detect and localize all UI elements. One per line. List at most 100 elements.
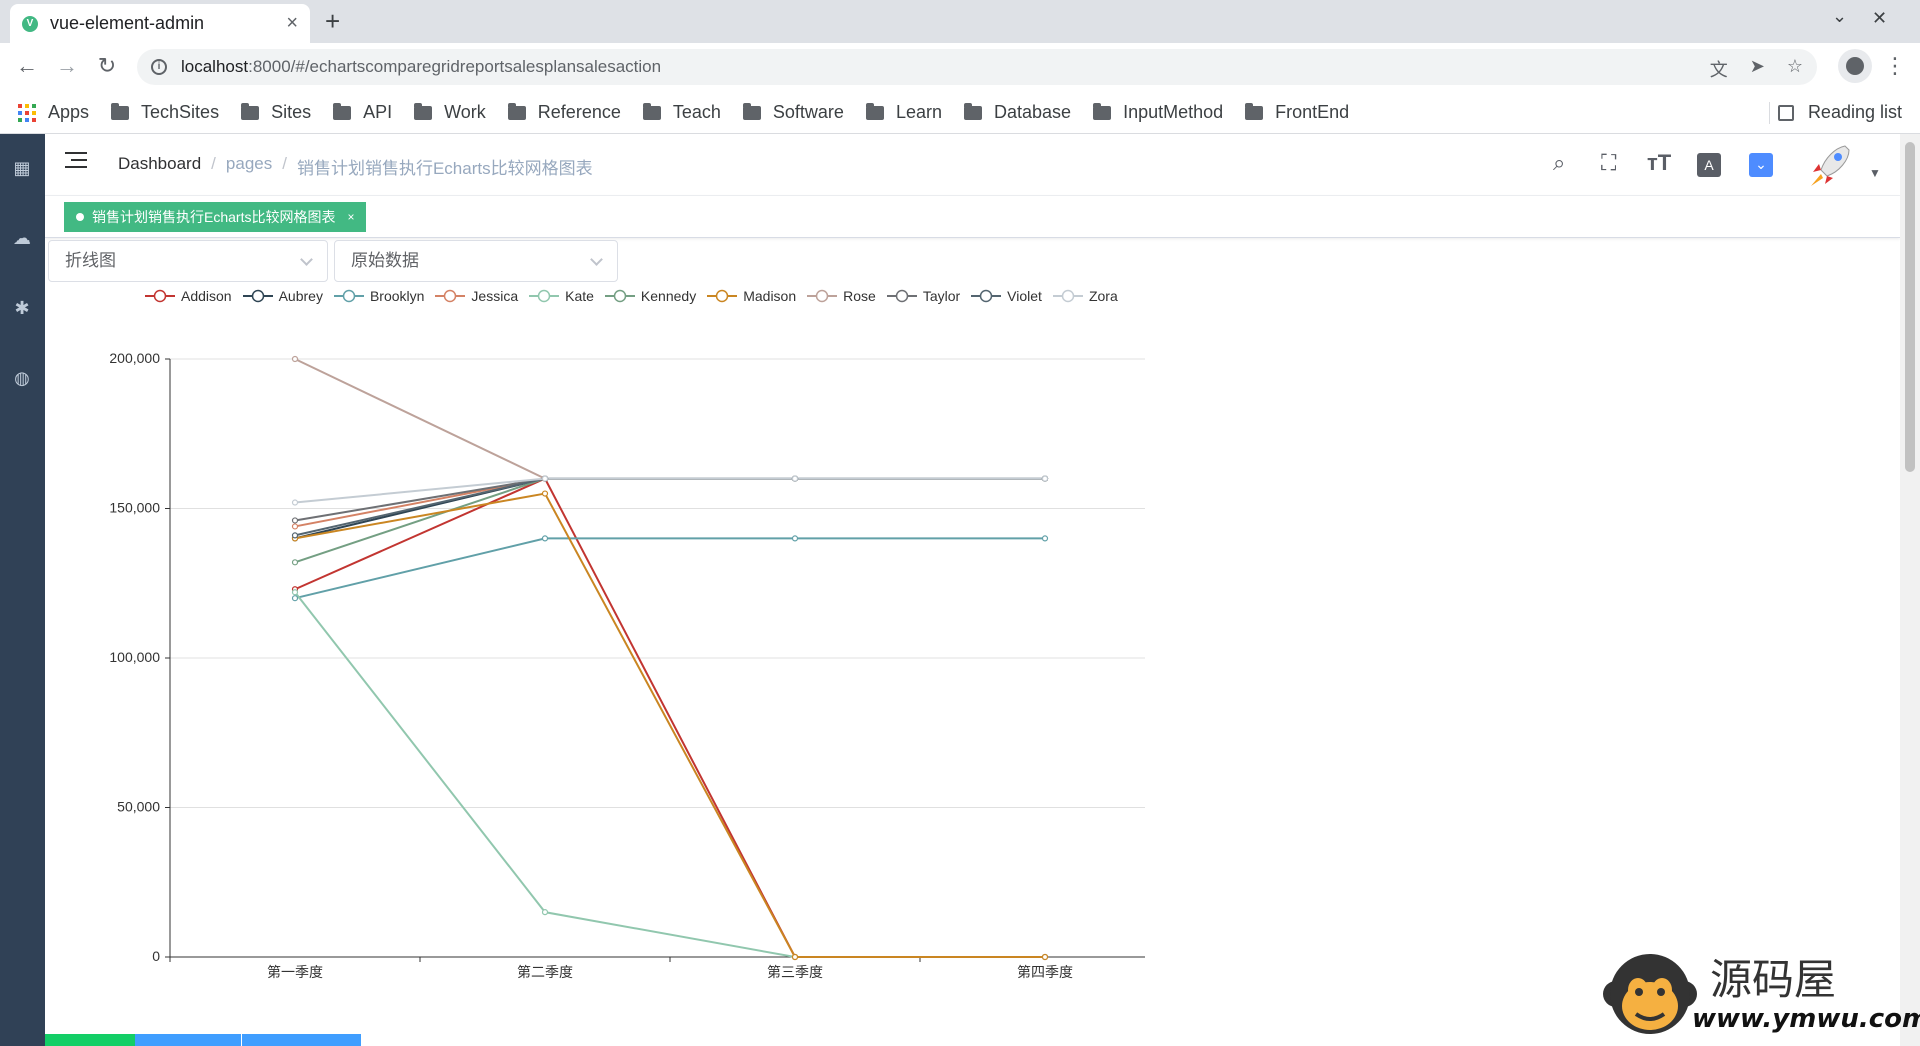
monkey-logo-icon xyxy=(1603,954,1697,1034)
rocket-avatar-icon[interactable] xyxy=(1805,140,1855,190)
data-point-jessica xyxy=(291,523,299,530)
tags-view: 销售计划销售执行Echarts比较网格图表 × xyxy=(45,196,1900,238)
data-point-violet xyxy=(291,532,299,539)
scrollbar-thumb[interactable] xyxy=(1905,142,1915,472)
x-tick-label: 第一季度 xyxy=(267,964,323,981)
bookmark-folder[interactable]: Software xyxy=(742,102,844,123)
bottom-button-row xyxy=(45,1034,361,1046)
profile-avatar-icon[interactable] xyxy=(1838,49,1872,83)
bookmark-folder[interactable]: InputMethod xyxy=(1093,102,1223,123)
fullscreen-icon[interactable]: ⛶ xyxy=(1601,150,1616,176)
data-point-zora xyxy=(791,475,799,482)
data-point-brooklyn xyxy=(291,595,299,602)
bookmark-folder[interactable]: Work xyxy=(414,102,486,123)
reading-list-icon xyxy=(1777,104,1794,121)
more-menu-icon[interactable]: ⋮ xyxy=(1884,53,1906,79)
data-point-brooklyn xyxy=(541,535,549,542)
folder-icon xyxy=(333,102,352,120)
bookmark-folder[interactable]: API xyxy=(333,102,392,123)
reading-list-button[interactable]: Reading list xyxy=(1777,102,1902,123)
translate-icon[interactable]: A xyxy=(1697,153,1721,177)
folder-icon xyxy=(507,102,526,120)
breadcrumb-current: 销售计划销售执行Echarts比较网格图表 xyxy=(296,159,593,178)
y-tick-label: 100,000 xyxy=(109,649,160,665)
folder-icon xyxy=(642,102,661,120)
chart-type-select[interactable]: 折线图 xyxy=(48,240,328,282)
series-line-madison xyxy=(294,492,1045,958)
globe-icon[interactable]: ◍ xyxy=(12,368,32,388)
folder-icon xyxy=(414,102,433,120)
data-point-zora xyxy=(291,499,299,506)
address-bar[interactable]: i localhost:8000/#/echartscomparegridrep… xyxy=(137,49,1817,85)
data-point-kate xyxy=(291,589,299,596)
data-mode-select[interactable]: 原始数据 xyxy=(334,240,618,282)
browser-toolbar: ← → ↻ i localhost:8000/#/echartscompareg… xyxy=(0,43,1920,92)
apps-grid-icon xyxy=(18,103,36,122)
url-text: localhost:8000/#/echartscomparegridrepor… xyxy=(181,57,662,76)
bookmark-folder[interactable]: Teach xyxy=(642,102,721,123)
bug-icon[interactable]: ✱ xyxy=(12,298,32,318)
y-tick-label: 0 xyxy=(152,948,160,964)
series-line-addison xyxy=(294,477,1045,958)
x-tick-label: 第四季度 xyxy=(1017,964,1073,981)
chevron-down-icon xyxy=(300,253,313,266)
404-cloud-icon[interactable]: ☁ xyxy=(12,228,32,248)
dashboard-grid-icon[interactable]: ▦ xyxy=(12,158,32,178)
bookmarks-bar: Apps TechSites Sites API Work Reference … xyxy=(0,92,1920,134)
bookmark-folder[interactable]: TechSites xyxy=(111,102,219,123)
sidebar: ▦ ☁ ✱ ◍ xyxy=(0,134,45,1046)
tag-current-page[interactable]: 销售计划销售执行Echarts比较网格图表 × xyxy=(64,202,367,232)
bookmarks-divider xyxy=(1769,102,1770,124)
data-point-zora xyxy=(1041,475,1049,482)
caret-down-icon[interactable]: ▼ xyxy=(1869,166,1881,180)
bookmark-folder[interactable]: Learn xyxy=(865,102,942,123)
forward-icon[interactable]: → xyxy=(52,53,82,79)
bookmark-folder[interactable]: Database xyxy=(964,102,1071,123)
text-size-icon[interactable]: тT xyxy=(1647,150,1671,176)
back-icon[interactable]: ← xyxy=(12,53,42,79)
star-icon[interactable]: ☆ xyxy=(1787,56,1803,82)
series-line-taylor xyxy=(294,477,1045,522)
bookmark-apps[interactable]: Apps xyxy=(18,102,89,123)
series-line-violet xyxy=(294,477,1045,537)
bottom-button-blue[interactable] xyxy=(135,1034,241,1046)
folder-icon xyxy=(964,102,982,120)
new-tab-icon[interactable]: + xyxy=(325,6,340,37)
series-line-rose xyxy=(294,358,1045,480)
folder-icon xyxy=(241,102,260,120)
vue-favicon-icon: V xyxy=(22,15,38,32)
send-icon[interactable]: ➤ xyxy=(1750,56,1765,82)
bookmark-folder[interactable]: FrontEnd xyxy=(1245,102,1349,123)
bookmark-folder[interactable]: Sites xyxy=(241,102,311,123)
bookmark-folder[interactable]: Reference xyxy=(507,102,621,123)
browser-tabstrip: V vue-element-admin × + ✕ ⌄ xyxy=(0,0,1920,43)
chevron-down-icon[interactable]: ⌄ xyxy=(1832,6,1847,27)
reload-icon[interactable]: ↻ xyxy=(92,53,122,79)
chart-plot: 0 50,000 100,000 150,000 200,000 第一季度 第二季度 第三季度… xyxy=(109,350,1145,981)
close-window-icon[interactable]: ✕ xyxy=(1872,8,1887,29)
chevron-down-icon xyxy=(590,253,603,266)
watermark: 源码屋 www.ymwu.com xyxy=(1600,940,1920,1046)
line-chart: Addison Aubrey Brooklyn Jessica Kate Kennedy M… xyxy=(45,282,1900,1042)
breadcrumb-dashboard[interactable]: Dashboard xyxy=(118,154,201,179)
data-point-madison xyxy=(791,953,799,961)
bottom-button-green[interactable] xyxy=(45,1034,135,1046)
x-tick-label: 第三季度 xyxy=(767,964,823,981)
info-icon[interactable]: i xyxy=(151,59,167,75)
search-icon[interactable]: ⌕ xyxy=(1553,150,1565,176)
dropdown-box-icon[interactable]: ⌄ xyxy=(1749,153,1773,177)
breadcrumb-pages: pages xyxy=(225,154,273,173)
data-point-taylor xyxy=(291,517,299,524)
bottom-button-blue-2[interactable] xyxy=(241,1034,361,1046)
data-point-kate xyxy=(541,909,549,916)
close-icon[interactable]: × xyxy=(286,12,298,35)
close-icon[interactable]: × xyxy=(347,210,354,224)
hamburger-icon[interactable] xyxy=(65,152,87,170)
page-scrollbar[interactable] xyxy=(1900,134,1920,1046)
data-point-kennedy xyxy=(291,559,299,566)
folder-icon xyxy=(1245,102,1264,120)
x-tick-label: 第二季度 xyxy=(517,964,573,981)
data-point-brooklyn xyxy=(1041,535,1049,542)
browser-tab[interactable]: V vue-element-admin × xyxy=(10,4,310,43)
translate-icon[interactable]: 文 xyxy=(1710,56,1728,82)
